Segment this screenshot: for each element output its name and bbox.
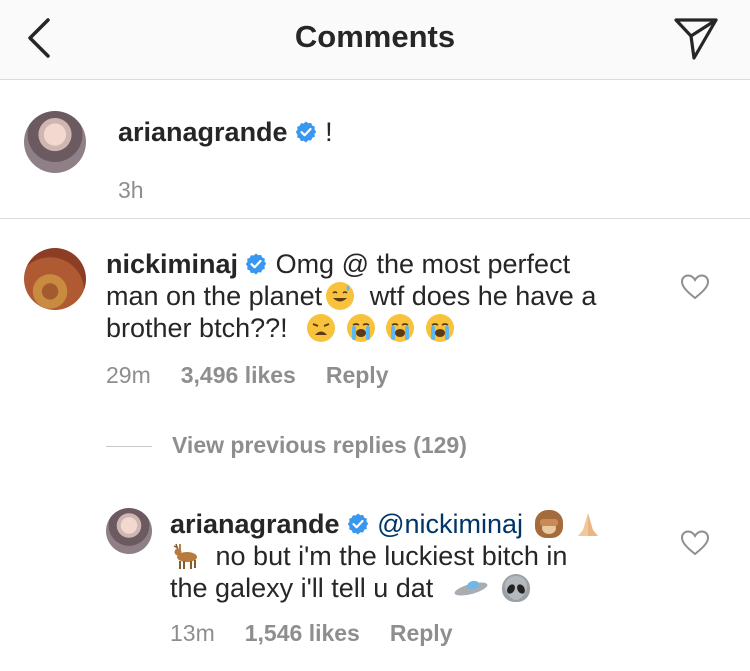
reply-timestamp: 13m xyxy=(170,620,215,646)
avatar[interactable] xyxy=(24,111,86,173)
comment-meta: 29m 3,496 likes Reply xyxy=(106,362,419,389)
reply-line: arianagrande @nickiminaj xyxy=(170,508,650,540)
page-title: Comments xyxy=(294,19,456,54)
caption-username[interactable]: arianagrande xyxy=(118,117,288,147)
reply-line-2: no but i'm the luckiest bitch in xyxy=(215,541,568,571)
comment-text: nickiminaj Omg @ the most perfect man on… xyxy=(106,248,666,344)
divider xyxy=(106,446,152,447)
header-bar: Comments xyxy=(0,0,750,80)
post-caption: arianagrande ! 3h xyxy=(0,81,750,219)
see-no-evil-monkey-emoji-icon xyxy=(534,510,563,538)
flying-saucer-emoji-icon xyxy=(451,574,491,602)
crying-face-emoji-icon xyxy=(386,314,415,342)
verified-badge-icon xyxy=(295,121,316,143)
crying-face-emoji-icon xyxy=(425,314,454,342)
comment-like-count[interactable]: 3,496 likes xyxy=(181,362,296,388)
comment-line: brother btch??! xyxy=(106,312,666,344)
reply-button[interactable]: Reply xyxy=(390,620,453,646)
alien-emoji-icon xyxy=(502,574,531,602)
heart-outline-icon xyxy=(680,274,710,300)
reply-meta: 13m 1,546 likes Reply xyxy=(170,620,483,647)
share-button[interactable] xyxy=(672,14,720,62)
reply-line-3: the galexy i'll tell u dat xyxy=(170,573,434,603)
comment-line-1: Omg @ the most perfect xyxy=(275,249,571,279)
comment-username[interactable]: nickiminaj xyxy=(106,249,238,279)
reply-line: no but i'm the luckiest bitch in xyxy=(170,540,650,572)
reply-like-count[interactable]: 1,546 likes xyxy=(245,620,360,646)
reply-button[interactable]: Reply xyxy=(326,362,389,388)
like-comment-button[interactable] xyxy=(680,272,710,302)
caption-text: arianagrande ! xyxy=(118,117,333,148)
send-icon xyxy=(674,18,718,60)
view-previous-replies-label[interactable]: View previous replies (129) xyxy=(172,432,467,459)
like-reply-button[interactable] xyxy=(680,528,710,558)
comment-line-2a: man on the planet xyxy=(106,281,323,311)
heart-outline-icon xyxy=(680,530,710,556)
verified-badge-icon xyxy=(245,253,267,275)
comment-timestamp: 29m xyxy=(106,362,151,388)
caption-timestamp: 3h xyxy=(118,177,144,203)
deer-emoji-icon xyxy=(170,542,198,570)
reply-line: the galexy i'll tell u dat xyxy=(170,572,650,604)
folded-hands-emoji-icon xyxy=(574,510,602,538)
caption-body: ! xyxy=(325,117,333,147)
avatar[interactable] xyxy=(106,508,152,554)
comment-line: man on the planet wtf does he have a xyxy=(106,280,666,312)
weary-face-emoji-icon xyxy=(307,314,336,342)
verified-badge-icon xyxy=(347,513,368,535)
sweat-smile-emoji-icon xyxy=(326,282,355,310)
reply-username[interactable]: arianagrande xyxy=(170,509,340,539)
avatar[interactable] xyxy=(24,248,86,310)
mention-link[interactable]: @nickiminaj xyxy=(377,509,523,539)
comment-line-3: brother btch??! xyxy=(106,313,288,343)
comment-line: nickiminaj Omg @ the most perfect xyxy=(106,248,666,280)
reply-text: arianagrande @nickiminaj no but i'm the … xyxy=(170,508,650,604)
crying-face-emoji-icon xyxy=(346,314,375,342)
comment-line-2b: wtf does he have a xyxy=(369,281,597,311)
